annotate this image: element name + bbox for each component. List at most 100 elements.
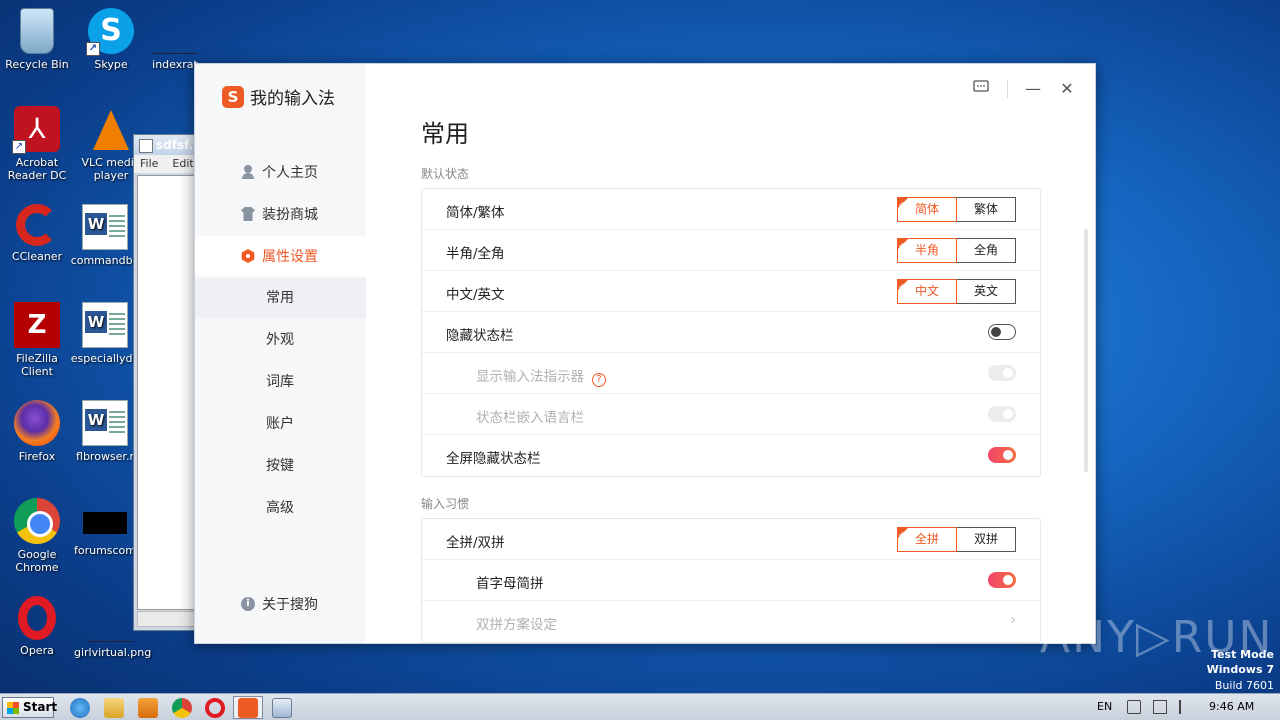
nav-label: 个人主页 — [262, 165, 318, 181]
network-icon[interactable] — [1153, 700, 1167, 714]
desktop-icon-acrobat[interactable]: ⅄ ↗ Acrobat Reader DC — [0, 106, 74, 182]
hide-status-bar-toggle[interactable] — [988, 324, 1016, 340]
os-build: Build 7601 — [1214, 679, 1274, 692]
option-full-pinyin[interactable]: 全拼 — [897, 523, 957, 552]
desktop-icon-filezilla[interactable]: Z FileZilla Client — [0, 302, 74, 378]
volume-icon[interactable] — [1127, 700, 1141, 714]
nav-item-store[interactable]: 装扮商城 — [195, 194, 366, 234]
show-indicator-toggle — [988, 365, 1016, 381]
content-scrollbar[interactable] — [1084, 229, 1088, 472]
start-button[interactable]: Start — [2, 697, 57, 718]
horizontal-scrollbar[interactable] — [137, 611, 202, 627]
shirt-icon — [241, 207, 255, 221]
subnav-item-dictionary[interactable]: 词库 — [195, 362, 366, 402]
chrome-taskbar-icon[interactable] — [172, 698, 192, 718]
setting-row-fullscreen-hide: 全屏隐藏状态栏 — [422, 435, 1040, 476]
setting-label: 显示输入法指示器? — [476, 365, 606, 387]
minimize-icon[interactable]: — — [1022, 78, 1044, 100]
word-document-icon — [82, 400, 128, 446]
initial-abbrev-toggle[interactable] — [988, 572, 1016, 588]
language-indicator[interactable]: EN — [1097, 700, 1112, 713]
desktop-icon-opera[interactable]: Opera — [0, 596, 74, 657]
nav-item-home[interactable]: 个人主页 — [195, 152, 366, 192]
notepad-title: sdfsf.tx — [134, 135, 207, 155]
desktop-icon-label: commandbo — [70, 254, 140, 267]
settings-content: 常用 默认状态 简体/繁体 简体 繁体 半角/全角 半角 全角 中文/英文 — [366, 64, 1095, 643]
option-traditional[interactable]: 繁体 — [957, 198, 1015, 221]
option-simplified[interactable]: 简体 — [897, 193, 957, 222]
desktop-icon-label: flbrowser.r — [76, 450, 134, 463]
action-center-flag-icon[interactable] — [1179, 700, 1193, 714]
subnav-item-advanced[interactable]: 高级 — [195, 488, 366, 528]
setting-label: 简体/繁体 — [446, 205, 505, 221]
setting-row-double-pinyin-scheme[interactable]: 双拼方案设定 › — [422, 601, 1040, 642]
desktop-icon-label: Opera — [20, 644, 54, 657]
image-file-icon — [88, 596, 134, 642]
desktop-icon-label: Google Chrome — [15, 548, 59, 574]
opera-icon — [18, 596, 56, 640]
settings-card-input-habits: 全拼/双拼 全拼 双拼 首字母简拼 双拼方案设定 › — [421, 518, 1041, 643]
notepad-window[interactable]: sdfsf.tx File Edit — [133, 134, 207, 631]
nav-item-settings[interactable]: 属性设置 — [195, 236, 366, 276]
segmented-chinese-english: 中文 英文 — [897, 275, 1016, 304]
desktop-icon-label: Acrobat Reader DC — [7, 156, 67, 182]
control-divider — [1007, 80, 1008, 98]
subnav-item-account[interactable]: 账户 — [195, 404, 366, 444]
sogou-logo-icon: S — [222, 85, 244, 108]
desktop-icon-forumscom[interactable]: forumscom — [68, 498, 142, 557]
option-half-width[interactable]: 半角 — [897, 234, 957, 263]
segmented-simplified-traditional: 简体 繁体 — [897, 193, 1016, 222]
section-label-default-state: 默认状态 — [421, 167, 470, 181]
desktop-icon-firefox[interactable]: Firefox — [0, 400, 74, 463]
clock[interactable]: 9:46 AM — [1209, 700, 1254, 713]
nav-item-about[interactable]: i 关于搜狗 — [195, 584, 366, 624]
option-english[interactable]: 英文 — [957, 280, 1015, 303]
subnav-item-keys[interactable]: 按键 — [195, 446, 366, 486]
setting-label: 中文/英文 — [446, 287, 505, 303]
desktop-icon-flbrowser[interactable]: flbrowser.r — [68, 400, 142, 463]
option-full-width[interactable]: 全角 — [957, 239, 1015, 262]
nav-label: 属性设置 — [262, 249, 318, 265]
filezilla-icon: Z — [14, 302, 60, 348]
desktop-icon-recycle-bin[interactable]: Recycle Bin — [0, 8, 74, 71]
option-double-pinyin[interactable]: 双拼 — [957, 528, 1015, 551]
subnav-item-common[interactable]: 常用 — [195, 278, 366, 318]
desktop-icon-label: FileZilla Client — [16, 352, 58, 378]
close-icon[interactable]: ✕ — [1056, 78, 1078, 100]
setting-label: 隐藏状态栏 — [446, 328, 514, 344]
ie-taskbar-icon[interactable] — [70, 698, 90, 718]
fullscreen-hide-toggle[interactable] — [988, 447, 1016, 463]
settings-hexagon-icon — [241, 249, 255, 263]
desktop-icon-skype[interactable]: S ↗ Skype — [74, 8, 148, 71]
opera-taskbar-icon[interactable] — [205, 698, 225, 718]
notepad-menu: File Edit — [134, 155, 202, 173]
desktop-icon-commandbo[interactable]: commandbo — [68, 204, 142, 267]
subnav-item-appearance[interactable]: 外观 — [195, 320, 366, 360]
nav-label: 关于搜狗 — [262, 597, 318, 613]
desktop-icon-chrome[interactable]: Google Chrome — [0, 498, 74, 574]
desktop-icon-label: CCleaner — [11, 250, 63, 263]
notepad-taskbar-icon[interactable] — [272, 698, 292, 718]
explorer-taskbar-icon[interactable] — [104, 698, 124, 718]
embed-language-bar-toggle — [988, 406, 1016, 422]
menu-edit[interactable]: Edit — [172, 157, 193, 173]
desktop-icon-indexrat[interactable]: indexrat — [138, 8, 212, 71]
media-player-taskbar-icon[interactable] — [138, 698, 158, 718]
notepad-text-area[interactable] — [137, 175, 202, 610]
brand-title: 我的输入法 — [250, 89, 335, 109]
desktop-icon-ccleaner[interactable]: CCleaner — [0, 204, 74, 263]
option-chinese[interactable]: 中文 — [897, 275, 957, 304]
setting-label: 全拼/双拼 — [446, 535, 505, 551]
feedback-icon[interactable] — [970, 78, 992, 100]
setting-row-half-full-width: 半角/全角 半角 全角 — [422, 230, 1040, 271]
user-icon — [241, 165, 255, 179]
setting-row-chinese-english: 中文/英文 中文 英文 — [422, 271, 1040, 312]
setting-label: 状态栏嵌入语言栏 — [476, 410, 584, 426]
taskbar: Start EN 9:46 AM — [0, 693, 1280, 720]
desktop-icon-especiallyde[interactable]: especiallyde — [68, 302, 142, 365]
shortcut-arrow-icon: ↗ — [86, 42, 100, 56]
ime-settings-window[interactable]: S 我的输入法 个人主页 装扮商城 属性设置 常用 外观 词库 账户 按键 高级… — [194, 63, 1096, 644]
os-test-mode: Test Mode — [1211, 648, 1274, 661]
help-icon[interactable]: ? — [592, 373, 606, 387]
menu-file[interactable]: File — [140, 157, 158, 173]
